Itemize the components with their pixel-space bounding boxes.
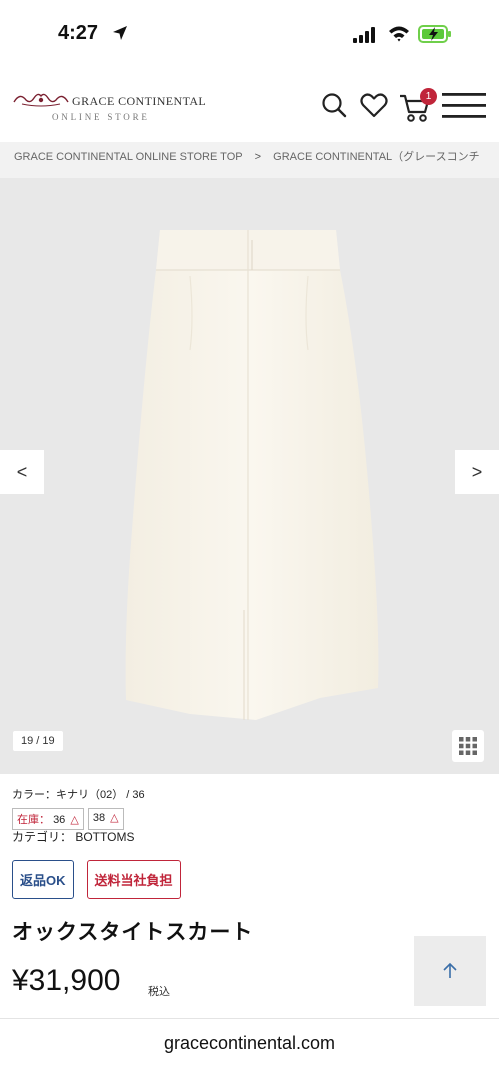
low-stock-triangle-icon: △ — [110, 812, 119, 824]
favorite-heart-icon[interactable] — [360, 92, 388, 118]
browser-url-bar[interactable]: gracecontinental.com — [0, 1018, 499, 1080]
tax-included-label: 税込 — [148, 986, 170, 998]
stock-size-36[interactable]: 在庫： 36 △ — [12, 808, 84, 830]
thumbnail-grid-button[interactable] — [452, 730, 484, 762]
site-header: GRACE CONTINENTAL ONLINE STORE 1 — [0, 70, 499, 142]
cart-button[interactable]: 1 — [398, 88, 438, 124]
cart-count-badge: 1 — [420, 88, 437, 105]
product-image-gallery[interactable]: < > 19 / 19 — [0, 178, 499, 774]
back-to-top-button[interactable] — [414, 936, 486, 1006]
service-tags: 返品OK 送料当社負担 — [12, 860, 181, 899]
stock-status-row: 在庫： 36 △ 38 △ — [12, 808, 124, 830]
free-shipping-badge: 送料当社負担 — [86, 860, 181, 899]
product-image-skirt — [125, 230, 379, 720]
gallery-prev-button[interactable]: < — [0, 450, 44, 494]
color-size-info: カラー：キナリ（02） / 36 — [12, 789, 145, 801]
cellular-signal-icon — [353, 27, 375, 43]
search-icon[interactable] — [321, 92, 347, 118]
logo-title: GRACE CONTINENTAL — [72, 94, 207, 108]
logo-subtitle: ONLINE STORE — [52, 112, 150, 122]
breadcrumb-item-top[interactable]: GRACE CONTINENTAL ONLINE STORE TOP — [14, 142, 243, 172]
status-bar: 4:27 — [0, 0, 499, 70]
return-ok-badge: 返品OK — [12, 860, 74, 899]
store-logo[interactable]: GRACE CONTINENTAL ONLINE STORE — [12, 90, 206, 130]
product-price: ¥31,900 — [12, 964, 121, 997]
breadcrumb-item-brand[interactable]: GRACE CONTINENTAL（グレースコンチ — [273, 142, 479, 172]
low-stock-triangle-icon: △ — [70, 814, 79, 826]
url-text: gracecontinental.com — [163, 1033, 336, 1053]
hamburger-menu-icon[interactable] — [441, 90, 487, 122]
location-arrow-icon — [113, 26, 127, 40]
category-info: カテゴリ： BOTTOMS — [12, 830, 135, 844]
stock-size-value: 36 — [53, 814, 66, 826]
breadcrumb-separator: > — [254, 151, 262, 163]
gallery-next-button[interactable]: > — [455, 450, 499, 494]
wifi-icon — [389, 26, 409, 42]
breadcrumb: GRACE CONTINENTAL ONLINE STORE TOP > GRA… — [0, 142, 499, 178]
arrow-up-icon — [443, 962, 457, 978]
image-counter: 19 / 19 — [13, 731, 63, 751]
logo-ornament-icon — [13, 93, 69, 107]
battery-charging-icon — [418, 25, 451, 43]
stock-size-value: 38 — [92, 812, 106, 824]
status-time: 4:27 — [58, 22, 99, 44]
grid-icon — [459, 737, 477, 755]
product-title: オックスタイトスカート — [12, 921, 254, 944]
stock-label: 在庫： — [17, 814, 50, 826]
stock-size-38[interactable]: 38 △ — [87, 808, 124, 830]
